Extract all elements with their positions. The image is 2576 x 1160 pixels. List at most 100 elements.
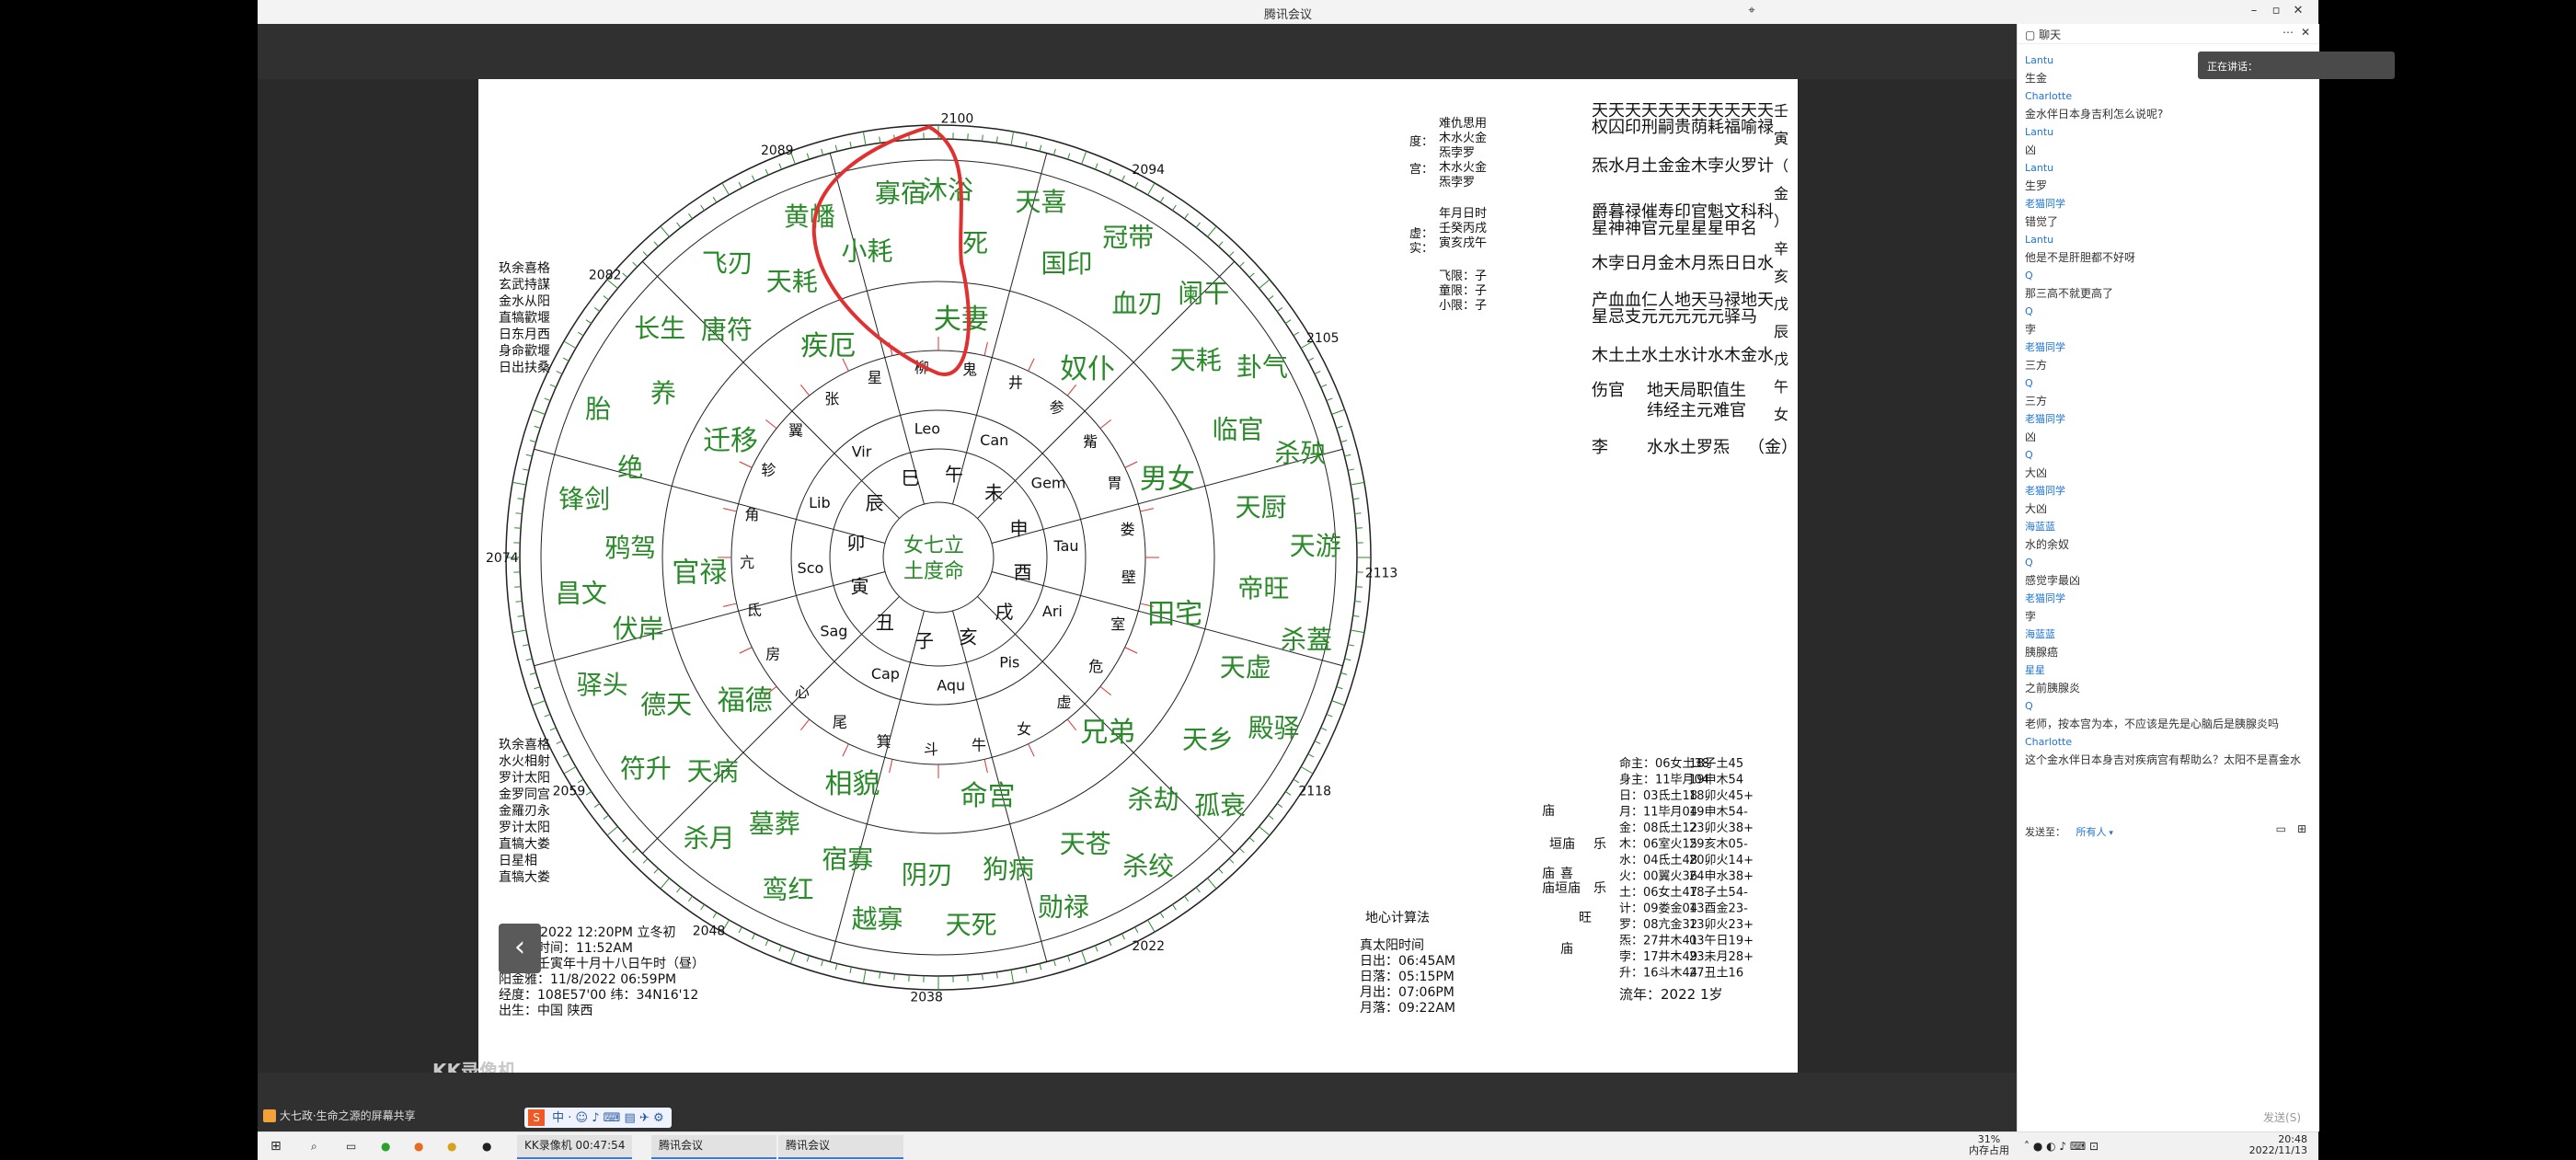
tray-icons[interactable]: ˄ ● ◐ ♪ ⌨ ⊡ [2024, 1136, 2099, 1156]
meta-label: 虚： [1409, 227, 1433, 241]
year-label: 2082 [589, 269, 622, 283]
outer-star-label: 驿头 [577, 670, 628, 700]
chart-tick [1121, 934, 1124, 939]
pin-icon[interactable]: ⌖ [1741, 4, 1763, 17]
firefox-icon[interactable]: ● [414, 1136, 423, 1156]
chart-tick [701, 904, 705, 910]
recipient-select[interactable]: 所有人 [2076, 826, 2107, 838]
chart-tick [1327, 714, 1332, 717]
chat-text: 生罗 [2025, 177, 2312, 195]
mansion-label: 箕 [877, 732, 891, 750]
taskbar-kk-recorder[interactable]: KK录像机 00:47:54 [517, 1135, 632, 1159]
outer-star-label: 唐符 [701, 315, 753, 345]
chart-tick [835, 145, 837, 152]
dignity-label: 庙垣庙 [1542, 881, 1581, 896]
prev-page-button[interactable]: ‹ [499, 924, 541, 973]
left-list-item: 直犒大娄 [499, 869, 550, 885]
house-label: 疾厄 [800, 330, 856, 362]
qq-icon[interactable]: ● [482, 1136, 491, 1156]
chart-tick [1109, 940, 1111, 946]
chart-tick [1172, 904, 1176, 910]
chart-tick [1301, 767, 1313, 775]
more-icon[interactable]: ⋯ [2283, 26, 2294, 39]
house-label: 相貌 [825, 768, 880, 800]
clock[interactable]: 20:48 2022/11/13 [2249, 1134, 2307, 1156]
left-list-item: 日出扶桑 [499, 361, 550, 375]
chart-tick [1053, 149, 1055, 155]
taskbar-meeting-2[interactable]: 腾讯会议 [778, 1135, 903, 1159]
red-tick [1125, 462, 1138, 468]
chart-tick [523, 645, 529, 646]
house-label: 男女 [1140, 463, 1195, 495]
taskbar-meeting-1[interactable]: 腾讯会议 [651, 1135, 776, 1159]
chart-tick [1259, 826, 1270, 835]
chart-tick [633, 262, 638, 267]
red-tick [800, 385, 809, 396]
chart-tick [1277, 803, 1282, 807]
red-tick [765, 419, 776, 428]
meeting-window: 腾讯会议 ⌖ – ▫ ✕ 210020892094208220742059210… [258, 0, 2318, 1159]
chat-close-icon[interactable]: ✕ [2301, 26, 2310, 39]
chart-tick [1040, 963, 1041, 970]
zodiac-label: Tau [1052, 537, 1078, 555]
close-icon[interactable]: ✕ [2287, 4, 2309, 17]
red-tick [1100, 686, 1111, 695]
memory-usage: 31% 内存占用 [1969, 1134, 2009, 1156]
ime-toolbar[interactable]: S 中 · ☺ ♪ ⌨ ▤ ✈ ⚙ [524, 1108, 672, 1128]
red-tick [984, 759, 987, 773]
chart-tick [996, 136, 997, 143]
year-label: 2089 [761, 144, 794, 158]
chart-tick [1207, 879, 1216, 889]
zodiac-label: Pis [999, 654, 1019, 672]
right-header-char: 辛 [1774, 240, 1788, 258]
chat-message: Lantu生罗 [2018, 159, 2319, 195]
chart-tick [713, 197, 717, 202]
branch-label: 巳 [902, 467, 920, 489]
file-icon[interactable]: ▭ [2276, 822, 2286, 835]
screenshot-icon[interactable]: ⊞ [2297, 822, 2306, 835]
red-tick [740, 462, 753, 468]
chart-tick [1011, 132, 1014, 145]
chart-tick [523, 469, 529, 470]
meta-note: 炁孛罗 [1439, 145, 1475, 160]
start-icon[interactable]: ⊞ [270, 1136, 282, 1156]
chart-tick [594, 803, 600, 807]
chart-tick [850, 142, 851, 148]
branch-label: 辰 [866, 492, 884, 514]
chart-tick [996, 972, 997, 979]
chart-tick [1026, 142, 1027, 148]
chart-tick [1355, 513, 1362, 514]
mansion-label: 房 [765, 646, 780, 663]
chart-tick [1229, 858, 1234, 863]
chat-text: 生金 [2025, 69, 2312, 87]
wechat-icon[interactable]: ● [381, 1136, 390, 1156]
center-label: 土度命 [903, 560, 964, 583]
chart-tick [1196, 888, 1200, 893]
birth-info: 阳金雅：11/8/2022 06:59PM [499, 972, 676, 987]
message-input[interactable] [2023, 844, 2314, 1102]
chart-tick [1308, 358, 1314, 361]
memory-label: 内存占用 [1969, 1145, 2009, 1156]
mansion-label: 觜 [1083, 433, 1098, 451]
taskview-icon[interactable]: ▭ [346, 1136, 356, 1156]
branch-label: 午 [945, 463, 963, 485]
chart-tick [1259, 280, 1270, 289]
chart-tick [1348, 469, 1354, 470]
chart-tick [517, 615, 523, 616]
restore-icon[interactable]: ▫ [2265, 4, 2287, 17]
outer-star-label: 鸾红 [762, 874, 813, 904]
chart-tick [1095, 164, 1098, 169]
chart-tick [1351, 630, 1364, 633]
chrome-icon[interactable]: ● [447, 1136, 456, 1156]
minimize-icon[interactable]: – [2243, 4, 2265, 17]
chart-tick [1332, 409, 1345, 414]
send-button[interactable]: 发送(S) [2263, 1109, 2301, 1125]
chart-tick [1239, 262, 1244, 267]
search-icon[interactable]: ⌕ [311, 1136, 317, 1156]
mansion-label: 女 [1017, 720, 1031, 738]
chart-tick [1327, 398, 1332, 401]
year-label: 2100 [941, 111, 974, 126]
sun-moon-time: 日落：05:15PM [1360, 970, 1455, 984]
chart-tick [722, 183, 730, 195]
chart-tick [550, 728, 556, 730]
